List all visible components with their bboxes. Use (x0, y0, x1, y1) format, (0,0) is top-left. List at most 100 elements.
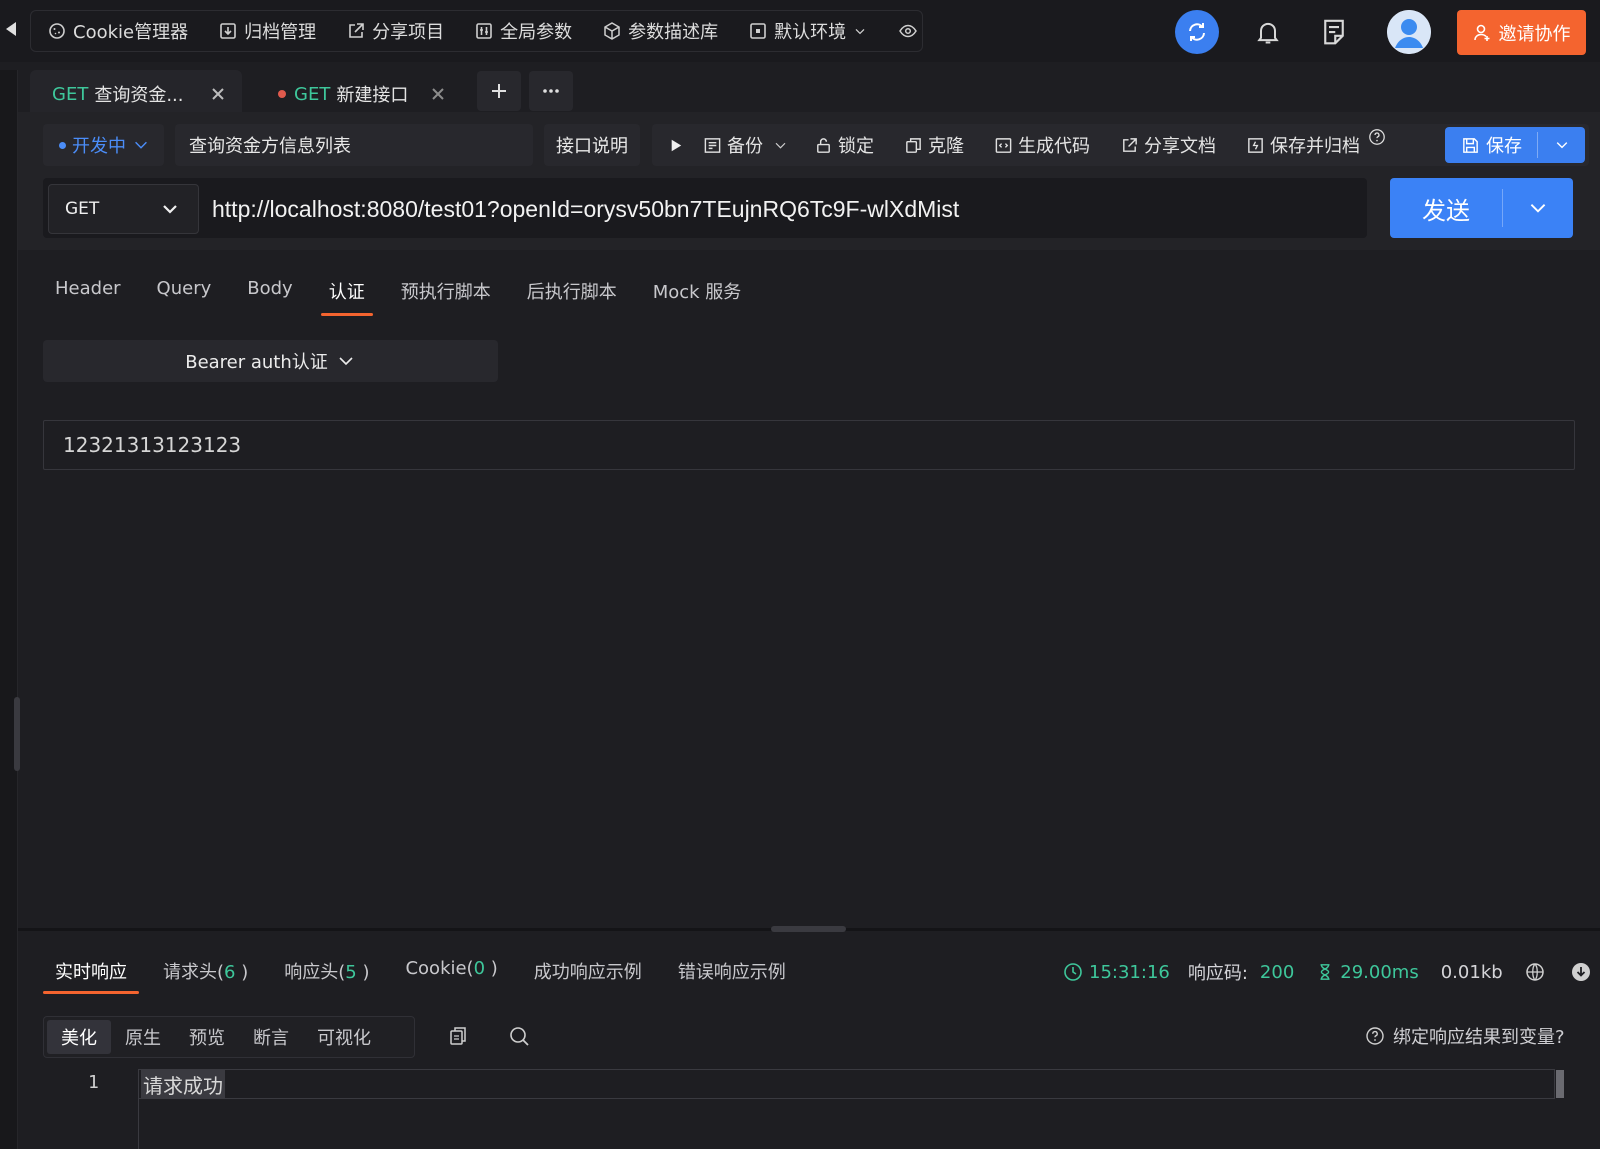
user-avatar[interactable] (1387, 10, 1431, 54)
globe-icon[interactable] (1525, 962, 1545, 982)
archive-manager-button[interactable]: 归档管理 (218, 18, 316, 44)
notifications-button[interactable] (1250, 14, 1286, 50)
bearer-token-input[interactable]: 12321313123123 (43, 420, 1575, 470)
http-method-label: GET (65, 199, 100, 219)
tab-query[interactable]: Query (157, 278, 212, 316)
clone-button[interactable]: 克隆 (904, 132, 964, 158)
api-doc-button[interactable]: 接口说明 (544, 124, 640, 166)
invite-label: 邀请协作 (1498, 23, 1571, 45)
tab-new-api[interactable]: GET 新建接口 (262, 70, 462, 118)
left-sidebar-collapsed (0, 70, 18, 1149)
collapse-arrow-icon[interactable] (6, 22, 16, 36)
tab-method-label: GET (294, 83, 331, 105)
send-dropdown[interactable] (1503, 197, 1573, 219)
play-icon (671, 139, 682, 151)
tab-auth[interactable]: 认证 (320, 278, 373, 316)
close-icon[interactable] (208, 84, 228, 104)
backup-dropdown[interactable] (773, 138, 788, 153)
line-number: 1 (88, 1072, 99, 1093)
tab-pre-script[interactable]: 预执行脚本 (401, 278, 491, 316)
global-params-button[interactable]: 全局参数 (474, 18, 572, 44)
view-raw[interactable]: 原生 (111, 1020, 175, 1054)
notes-button[interactable] (1316, 12, 1352, 52)
status-label: 开发中 (72, 136, 126, 157)
copy-icon[interactable] (447, 1025, 469, 1047)
eye-icon (899, 24, 917, 38)
run-button[interactable] (666, 136, 685, 155)
tab-header[interactable]: Header (55, 278, 121, 316)
project-toolbar: Cookie管理器 归档管理 分享项目 全局参数 参数描述库 默认环境 (30, 10, 923, 52)
add-tab-button[interactable] (477, 71, 521, 111)
tab-error-example[interactable]: 错误响应示例 (678, 958, 786, 992)
param-library-button[interactable]: 参数描述库 (602, 18, 718, 44)
lock-button[interactable]: 锁定 (814, 132, 874, 158)
view-visualize[interactable]: 可视化 (303, 1020, 385, 1054)
generate-code-button[interactable]: 生成代码 (994, 132, 1090, 158)
tab-success-example[interactable]: 成功响应示例 (534, 958, 642, 992)
save-dropdown[interactable] (1538, 137, 1585, 153)
send-label: 发送 (1422, 196, 1470, 225)
share-project-button[interactable]: 分享项目 (346, 18, 444, 44)
tab-body[interactable]: Body (247, 278, 292, 316)
response-headers-count: 5 (345, 962, 357, 983)
tab-query-funder[interactable]: GET 查询资金... (30, 70, 242, 118)
backup-button[interactable]: 备份 (703, 132, 763, 158)
bind-response-variable[interactable]: 绑定响应结果到变量? (1365, 1023, 1565, 1049)
sidebar-resize-handle[interactable] (14, 697, 20, 771)
tab-live-response[interactable]: 实时响应 (43, 958, 139, 994)
request-headers-label: 请求头( (163, 962, 225, 983)
tab-post-script[interactable]: 后执行脚本 (527, 278, 617, 316)
invite-collaborate-button[interactable]: 邀请协作 (1457, 10, 1586, 55)
sync-icon (1189, 23, 1205, 41)
more-icon (543, 89, 559, 93)
global-params-label: 全局参数 (500, 22, 573, 43)
sync-button[interactable] (1175, 10, 1219, 54)
chevron-down-icon (1530, 204, 1546, 213)
view-preview[interactable]: 预览 (175, 1020, 239, 1054)
tab-response-headers[interactable]: 响应头(5 ) (284, 958, 369, 992)
generate-code-label: 生成代码 (1018, 136, 1090, 157)
close-icon[interactable] (428, 84, 448, 104)
search-icon[interactable] (508, 1025, 530, 1047)
api-status-select[interactable]: 开发中 (43, 124, 164, 166)
share-project-label: 分享项目 (372, 22, 445, 43)
chevron-down-icon (339, 357, 353, 366)
code-icon (995, 137, 1012, 153)
tab-cookie[interactable]: Cookie(0 ) (405, 958, 497, 992)
tab-mock-service[interactable]: Mock 服务 (653, 278, 742, 316)
http-method-select[interactable]: GET (48, 184, 199, 234)
share-doc-button[interactable]: 分享文档 (1120, 132, 1216, 158)
cookie-manager-label: Cookie管理器 (73, 22, 189, 43)
environment-select[interactable]: 默认环境 (748, 18, 868, 44)
view-assertion[interactable]: 断言 (239, 1020, 303, 1054)
lock-icon (817, 137, 830, 153)
download-icon[interactable] (1571, 962, 1591, 982)
auth-type-select[interactable]: Bearer auth认证 (43, 340, 498, 382)
code-line[interactable]: 请求成功 (139, 1069, 1555, 1099)
cookie-label: Cookie( (405, 958, 474, 979)
help-button[interactable] (1368, 128, 1386, 146)
chevron-down-icon (163, 205, 177, 214)
tab-title: 新建接口 (336, 85, 409, 106)
editor-scrollbar[interactable] (1556, 1070, 1564, 1098)
tab-request-headers[interactable]: 请求头(6 ) (163, 958, 248, 992)
save-archive-button[interactable]: 保存并归档 (1246, 132, 1360, 158)
environment-icon (750, 23, 766, 39)
panel-resize-handle[interactable] (771, 926, 846, 932)
send-button[interactable]: 发送 (1390, 178, 1573, 238)
more-tabs-button[interactable] (529, 71, 573, 111)
save-button[interactable]: 保存 (1445, 127, 1585, 163)
close-paren: ) (485, 958, 498, 979)
archive-manager-label: 归档管理 (244, 22, 317, 43)
cookie-manager-button[interactable]: Cookie管理器 (47, 18, 188, 44)
view-pretty[interactable]: 美化 (47, 1020, 111, 1054)
preview-environment-button[interactable] (898, 21, 918, 41)
response-body-text: 请求成功 (141, 1069, 225, 1099)
url-input[interactable]: http://localhost:8080/test01?openId=orys… (212, 184, 1362, 234)
api-name-input[interactable]: 查询资金方信息列表 (175, 124, 533, 166)
response-tabs: 实时响应 请求头(6 ) 响应头(5 ) Cookie(0 ) 成功响应示例 错… (43, 958, 822, 994)
response-time: 15:31:16 (1063, 962, 1170, 983)
help-icon (1366, 1027, 1384, 1045)
environment-label: 默认环境 (774, 22, 847, 43)
tab-title: 查询资金... (94, 85, 184, 106)
